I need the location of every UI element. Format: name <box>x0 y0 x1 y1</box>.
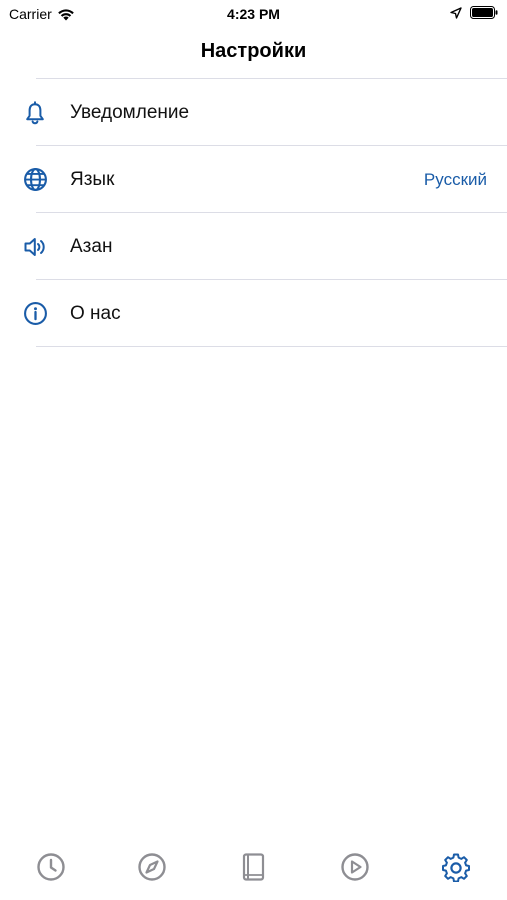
language-value: Русский <box>423 169 487 189</box>
status-bar: Carrier 4:23 PM <box>0 0 507 28</box>
speaker-icon <box>22 234 48 260</box>
tab-book[interactable] <box>233 852 273 892</box>
location-arrow-icon <box>450 6 462 19</box>
settings-row-about[interactable]: О нас <box>0 280 507 347</box>
page-title: Настройки <box>200 40 307 62</box>
battery-icon <box>470 6 498 19</box>
play-icon <box>341 853 369 881</box>
status-right <box>442 6 498 19</box>
settings-row-azan[interactable]: Азан <box>0 213 507 280</box>
tab-qibla[interactable] <box>132 852 172 892</box>
compass-icon <box>138 853 166 881</box>
clock-icon <box>36 853 65 881</box>
info-icon <box>22 301 48 327</box>
settings-list: Уведомление Язык Русский Азан О нас <box>0 79 507 347</box>
bell-icon <box>22 100 48 126</box>
settings-row-label: Азан <box>70 235 113 257</box>
status-time: 4:23 PM <box>227 6 280 22</box>
tab-play[interactable] <box>335 852 375 892</box>
tab-settings[interactable] <box>436 852 476 892</box>
settings-row-label: Уведомление <box>70 101 190 123</box>
settings-row-notification[interactable]: Уведомление <box>0 79 507 146</box>
book-icon <box>243 853 265 881</box>
tab-prayer-times[interactable] <box>31 852 71 892</box>
tab-bar <box>0 840 507 900</box>
globe-icon <box>22 167 48 193</box>
gear-icon <box>442 853 471 882</box>
settings-row-language[interactable]: Язык Русский <box>0 146 507 213</box>
settings-row-label: Язык <box>70 168 115 190</box>
settings-row-label: О нас <box>70 302 121 324</box>
